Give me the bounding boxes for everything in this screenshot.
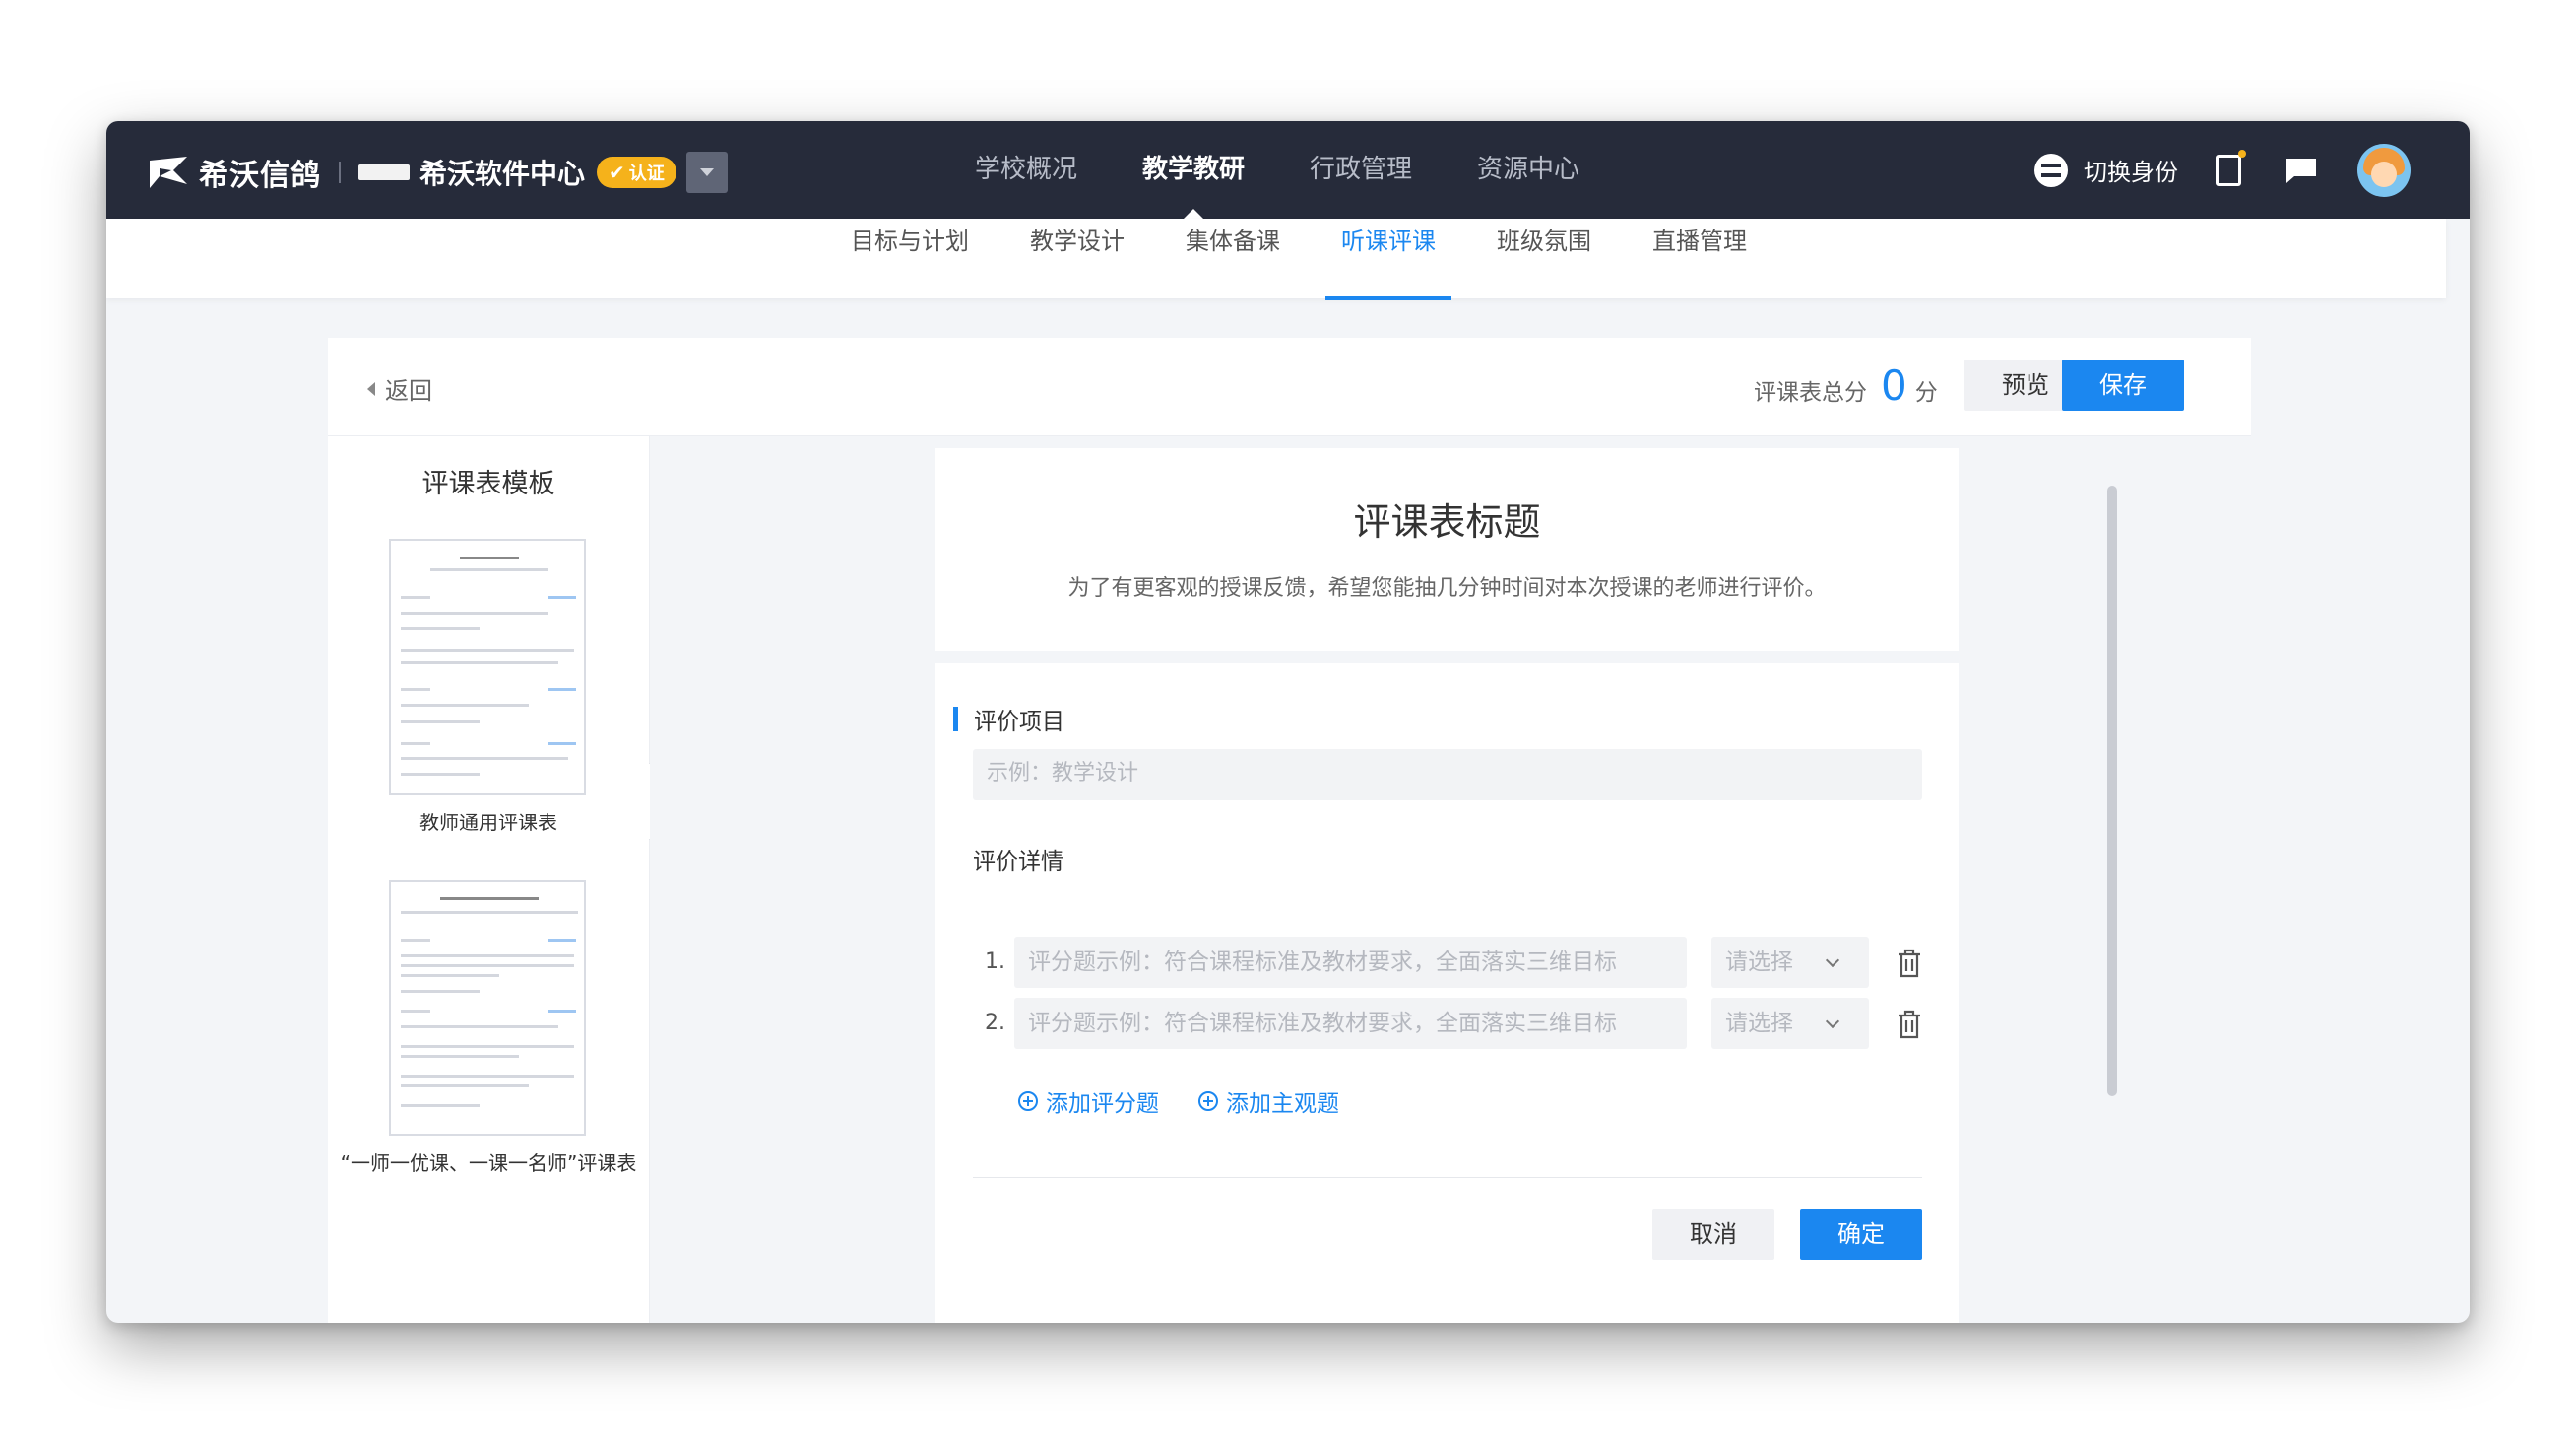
trash-icon[interactable]	[1897, 1010, 1922, 1039]
school-name: 希沃软件中心	[419, 158, 586, 190]
add-score-question-label: 添加评分题	[1046, 1091, 1159, 1117]
section-title: 评价项目	[953, 702, 1064, 736]
divider	[339, 162, 341, 183]
back-label: 返回	[385, 377, 432, 405]
chevron-down-icon	[1825, 1014, 1840, 1029]
add-question-links: 添加评分题 添加主观题	[1018, 1084, 1379, 1118]
add-subjective-question-button[interactable]: 添加主观题	[1198, 1084, 1339, 1118]
tab-goals-plans[interactable]: 目标与计划	[835, 219, 985, 298]
avatar[interactable]	[2357, 143, 2411, 197]
header-tools: 切换身份	[2034, 121, 2411, 219]
trash-icon[interactable]	[1897, 949, 1922, 978]
tab-collective-prep[interactable]: 集体备课	[1170, 219, 1296, 298]
score-select-value: 请选择	[1725, 950, 1793, 975]
template-label[interactable]: “一师一优课、一课一名师”评课表	[328, 1147, 649, 1176]
scrollbar[interactable]	[2107, 486, 2117, 1096]
brand-area[interactable]: 希沃信鸽 希沃软件中心 ✔ 认证	[148, 151, 728, 194]
evaluation-editor: 返回 评课表总分 0 分 预览 保存 评课表模板 教师通用评课表 “一师一优课、…	[328, 338, 2251, 1323]
app-window: 希沃信鸽 希沃软件中心 ✔ 认证 学校概况 教学教研 行政管理 资源中心 切换身…	[106, 121, 2470, 1323]
school-dropdown-button[interactable]	[685, 152, 728, 193]
nav-teaching-research[interactable]: 教学教研	[1142, 121, 1245, 219]
sub-nav: 目标与计划 教学设计 集体备课 听课评课 班级氛围 直播管理	[106, 219, 2446, 300]
score-select-value: 请选择	[1725, 1011, 1793, 1036]
template-panel-title: 评课表模板	[421, 469, 555, 499]
plus-circle-icon	[1198, 1091, 1218, 1111]
switch-icon	[2034, 153, 2068, 187]
form-header[interactable]: 评课表标题 为了有更客观的授课反馈，希望您能抽几分钟时间对本次授课的老师进行评价…	[935, 448, 1959, 651]
score-select[interactable]: 请选择	[1711, 998, 1869, 1049]
divider	[973, 1177, 1922, 1178]
form-section: 评价项目 示例：教学设计 评价详情 1. 评分题示例：符合课程标准及教材要求，全…	[935, 663, 1959, 1323]
logo-icon	[150, 157, 187, 188]
total-score-unit: 分	[1914, 380, 1938, 406]
template-panel: 评课表模板 教师通用评课表 “一师一优课、一课一名师”评课表	[328, 436, 650, 1323]
section-title-label: 评价项目	[974, 709, 1064, 735]
message-icon[interactable]	[2285, 157, 2318, 184]
detail-label: 评价详情	[973, 849, 1063, 875]
switch-identity-label: 切换身份	[2084, 159, 2178, 186]
certified-label: 认证	[628, 164, 665, 184]
tab-live-management[interactable]: 直播管理	[1637, 219, 1763, 298]
question-input[interactable]: 评分题示例：符合课程标准及教材要求，全面落实三维目标	[1014, 937, 1687, 988]
form-canvas: 评课表标题 为了有更客观的授课反馈，希望您能抽几分钟时间对本次授课的老师进行评价…	[650, 436, 2251, 1323]
question-index: 1.	[985, 950, 1005, 974]
total-score: 评课表总分 0 分	[1754, 363, 1938, 409]
template-label[interactable]: 教师通用评课表	[328, 807, 649, 835]
school-logo	[358, 164, 410, 180]
template-thumbnail[interactable]	[389, 880, 586, 1136]
chevron-down-icon	[1825, 952, 1840, 968]
cancel-button[interactable]: 取消	[1652, 1209, 1774, 1260]
tab-lesson-evaluation[interactable]: 听课评课	[1325, 219, 1451, 300]
question-row: 1. 评分题示例：符合课程标准及教材要求，全面落实三维目标 请选择	[973, 937, 1922, 988]
book-icon[interactable]	[2216, 149, 2246, 186]
score-select[interactable]: 请选择	[1711, 937, 1869, 988]
save-button[interactable]: 保存	[2062, 360, 2184, 411]
nav-resource-center[interactable]: 资源中心	[1477, 121, 1579, 219]
tab-class-atmosphere[interactable]: 班级氛围	[1481, 219, 1607, 298]
back-arrow-icon	[367, 381, 375, 396]
chevron-down-icon	[699, 168, 714, 176]
add-subjective-question-label: 添加主观题	[1226, 1091, 1339, 1117]
total-score-value: 0	[1881, 361, 1907, 410]
template-thumbnail[interactable]	[389, 539, 586, 795]
brand-name: 希沃信鸽	[199, 159, 321, 193]
question-input[interactable]: 评分题示例：符合课程标准及教材要求，全面落实三维目标	[1014, 998, 1687, 1049]
question-index: 2.	[985, 1011, 1005, 1035]
back-button[interactable]: 返回	[367, 371, 432, 406]
form-description[interactable]: 为了有更客观的授课反馈，希望您能抽几分钟时间对本次授课的老师进行评价。	[935, 570, 1959, 602]
total-score-label: 评课表总分	[1754, 380, 1867, 406]
switch-identity-button[interactable]: 切换身份	[2034, 153, 2178, 187]
evaluation-item-input[interactable]: 示例：教学设计	[973, 749, 1922, 800]
check-icon: ✔	[609, 161, 625, 184]
editor-header: 返回 评课表总分 0 分 预览 保存	[328, 338, 2251, 436]
confirm-button[interactable]: 确定	[1800, 1209, 1922, 1260]
main-nav: 学校概况 教学教研 行政管理 资源中心	[975, 121, 1644, 219]
certified-badge: ✔ 认证	[597, 157, 676, 188]
nav-administration[interactable]: 行政管理	[1310, 121, 1412, 219]
plus-circle-icon	[1018, 1091, 1038, 1111]
form-title[interactable]: 评课表标题	[935, 492, 1959, 546]
question-row: 2. 评分题示例：符合课程标准及教材要求，全面落实三维目标 请选择	[973, 998, 1922, 1049]
tab-teaching-design[interactable]: 教学设计	[1014, 219, 1140, 298]
add-score-question-button[interactable]: 添加评分题	[1018, 1084, 1159, 1118]
top-bar: 希沃信鸽 希沃软件中心 ✔ 认证 学校概况 教学教研 行政管理 资源中心 切换身…	[106, 121, 2470, 219]
section-marker	[953, 707, 958, 731]
nav-school-overview[interactable]: 学校概况	[975, 121, 1077, 219]
